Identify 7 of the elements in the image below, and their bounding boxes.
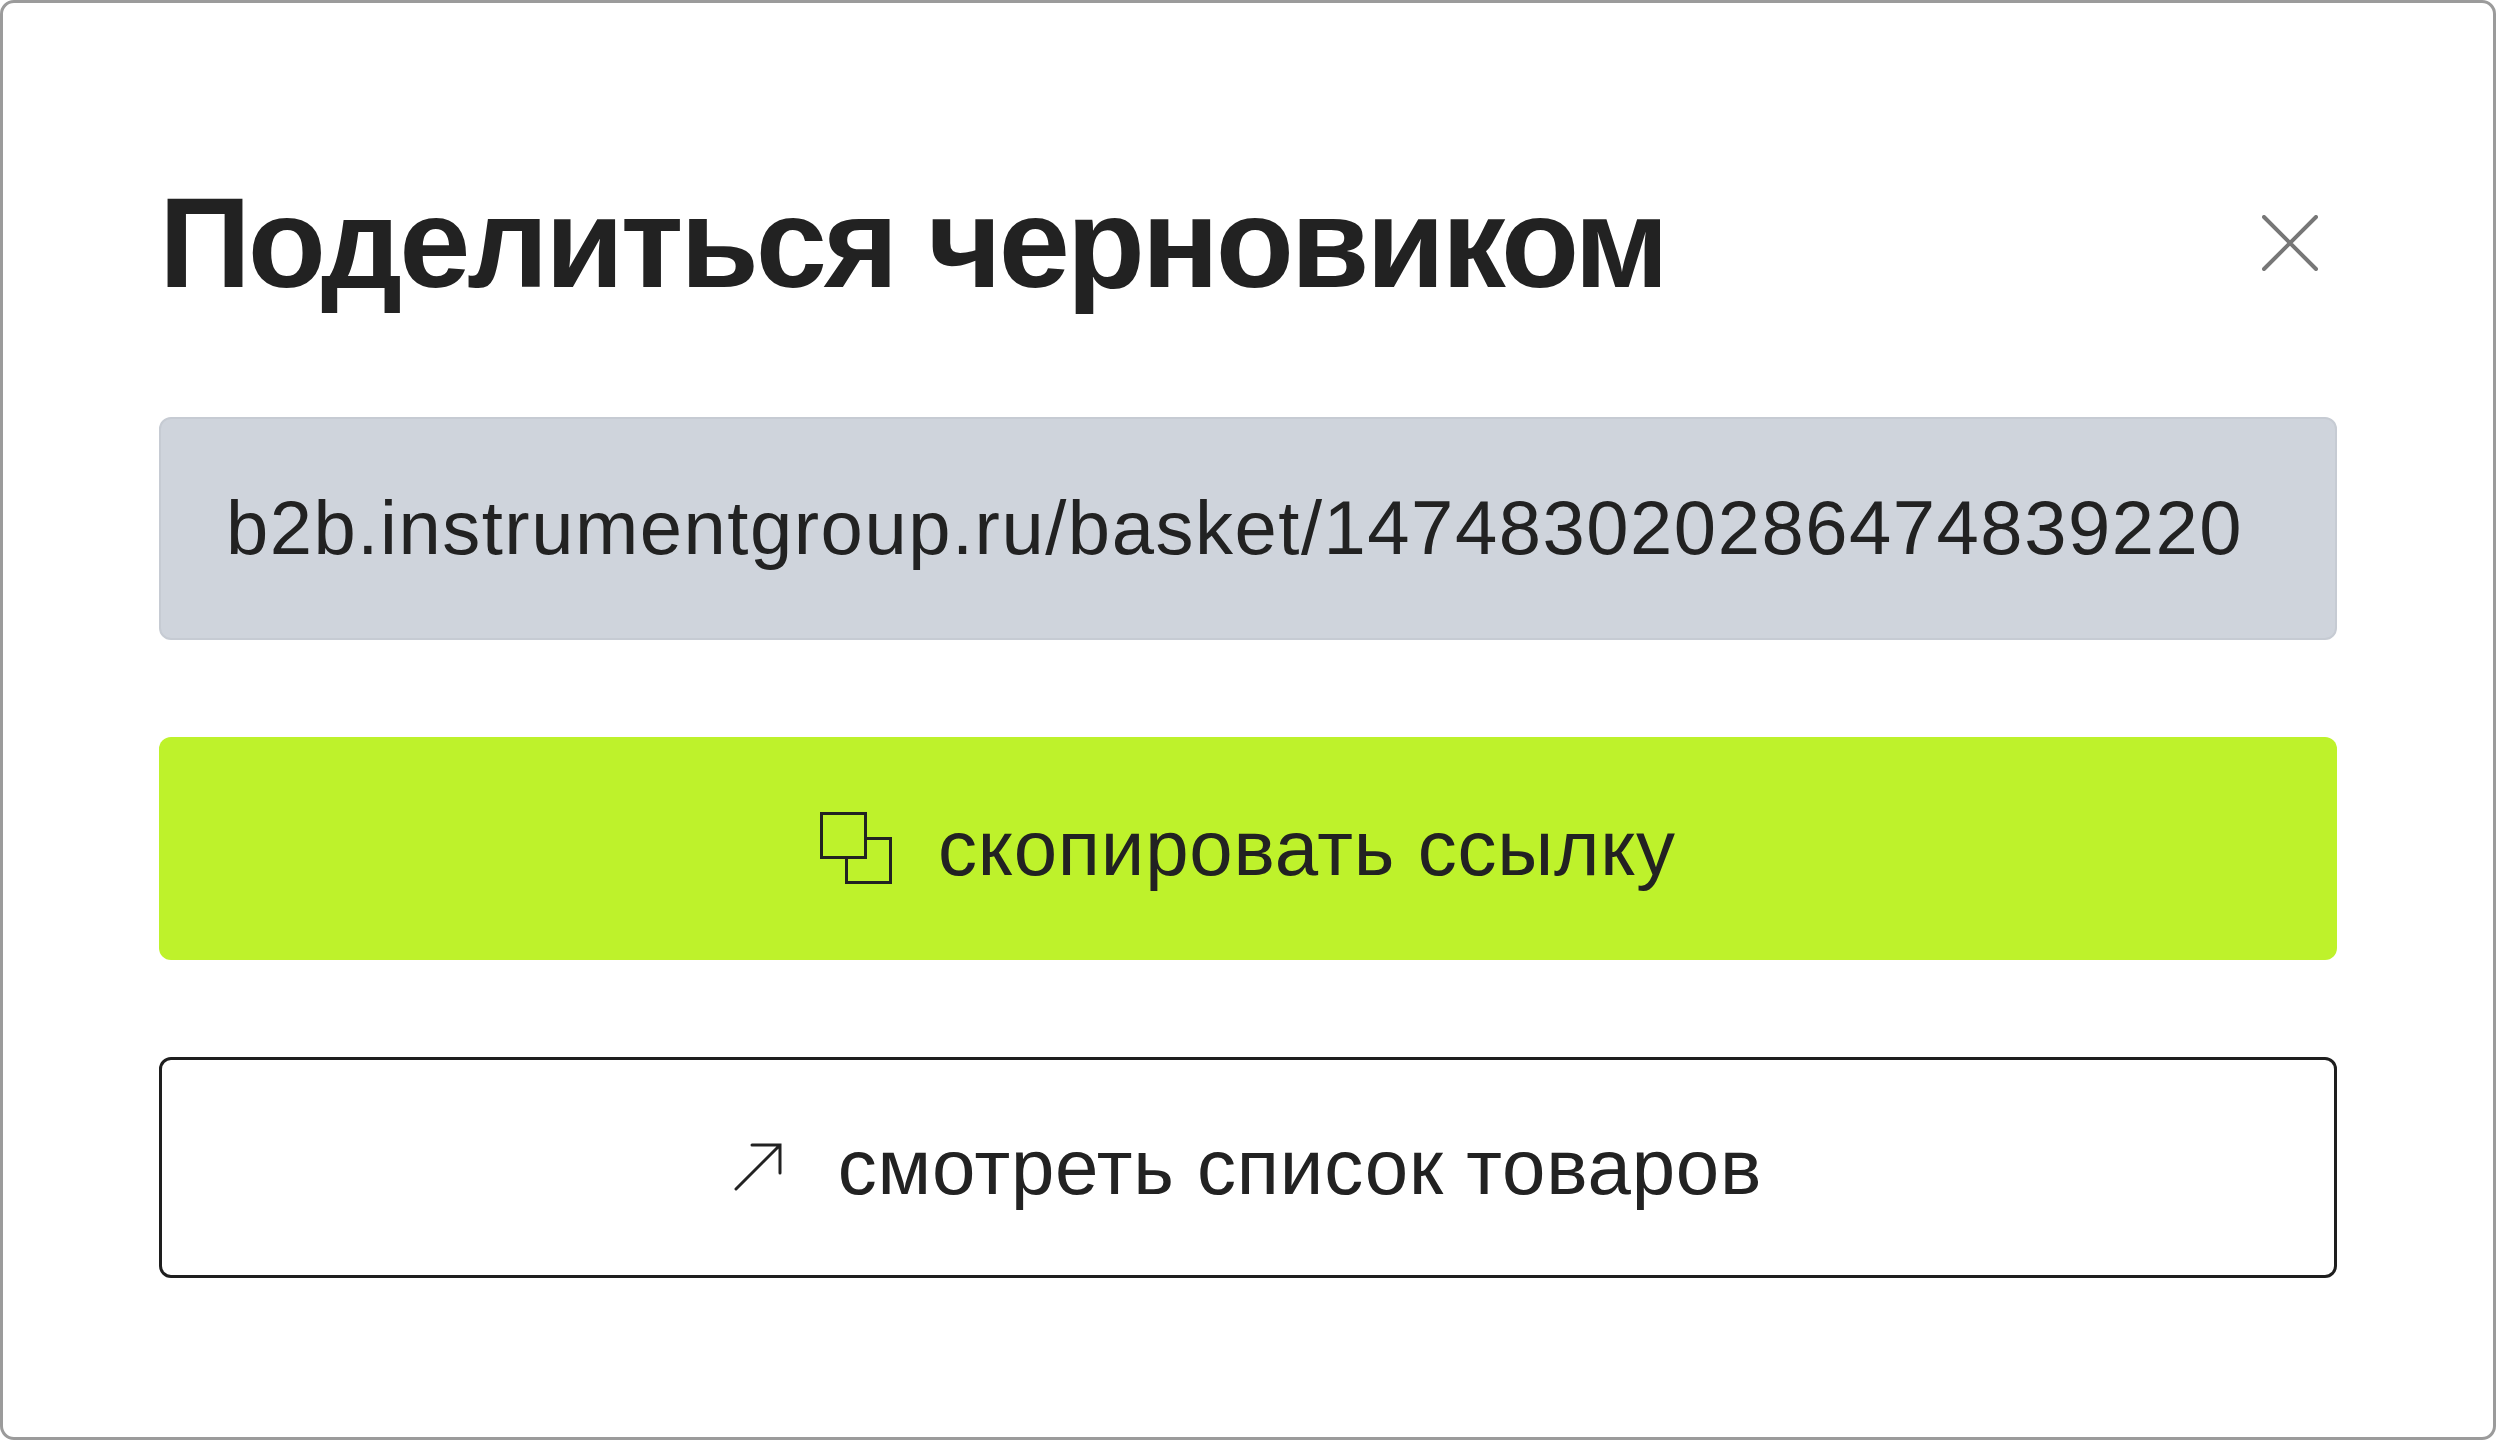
arrow-up-right-icon: [733, 1143, 782, 1192]
dialog-title: Поделиться черновиком: [159, 170, 1666, 316]
copy-link-button[interactable]: скопировать ссылку: [159, 736, 2337, 960]
close-icon[interactable]: [2262, 214, 2318, 271]
link-field[interactable]: b2b.instrumentgroup.ru/basket/147483020286474839220: [159, 416, 2337, 640]
view-items-button[interactable]: смотреть список товаров: [159, 1056, 2337, 1278]
copy-icon: [820, 812, 893, 885]
